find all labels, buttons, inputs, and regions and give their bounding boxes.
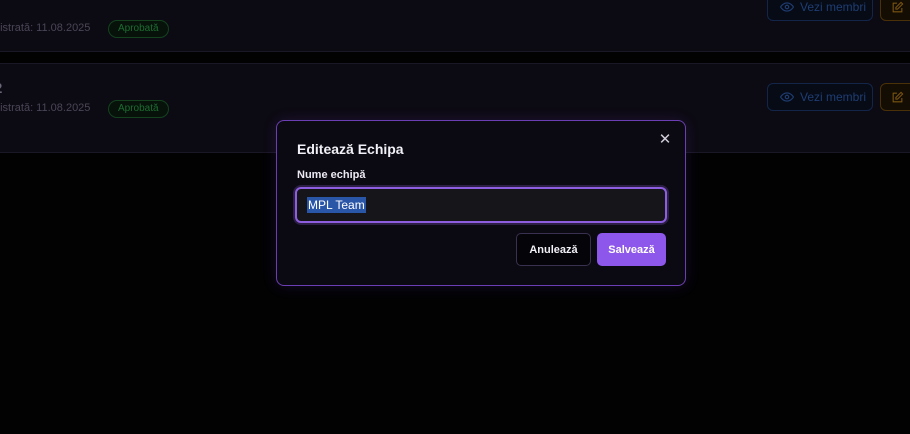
view-members-label: Vezi membri [800, 0, 867, 14]
save-button[interactable]: Salvează [597, 233, 666, 266]
team-name-input-value: MPL Team [307, 197, 366, 213]
edit-team-button[interactable] [880, 83, 910, 111]
edit-icon [891, 1, 904, 14]
team-registered-date: gistrată: 11.08.2025 [0, 22, 91, 34]
eye-icon [780, 0, 794, 14]
close-icon[interactable]: ✕ [657, 132, 673, 148]
edit-icon [891, 91, 904, 104]
eye-icon [780, 90, 794, 104]
view-members-button[interactable]: Vezi membri [767, 83, 873, 111]
edit-team-dialog: Editează Echipa ✕ Nume echipă MPL Team A… [276, 120, 686, 286]
team-name-input[interactable]: MPL Team [295, 187, 667, 223]
edit-team-button[interactable] [880, 0, 910, 21]
status-badge: Aprobată [108, 20, 169, 38]
status-badge: Aprobată [108, 100, 169, 118]
team-registered-date: gistrată: 11.08.2025 [0, 102, 91, 114]
view-members-label: Vezi membri [800, 90, 867, 104]
dialog-title: Editează Echipa [297, 141, 404, 157]
view-members-button[interactable]: Vezi membri [767, 0, 873, 21]
team-name-label: Nume echipă [297, 169, 366, 181]
cancel-button[interactable]: Anulează [516, 233, 591, 266]
team-name: 2 [0, 80, 2, 97]
team-row: gistrată: 11.08.2025 Aprobată Vezi membr… [0, 0, 910, 52]
